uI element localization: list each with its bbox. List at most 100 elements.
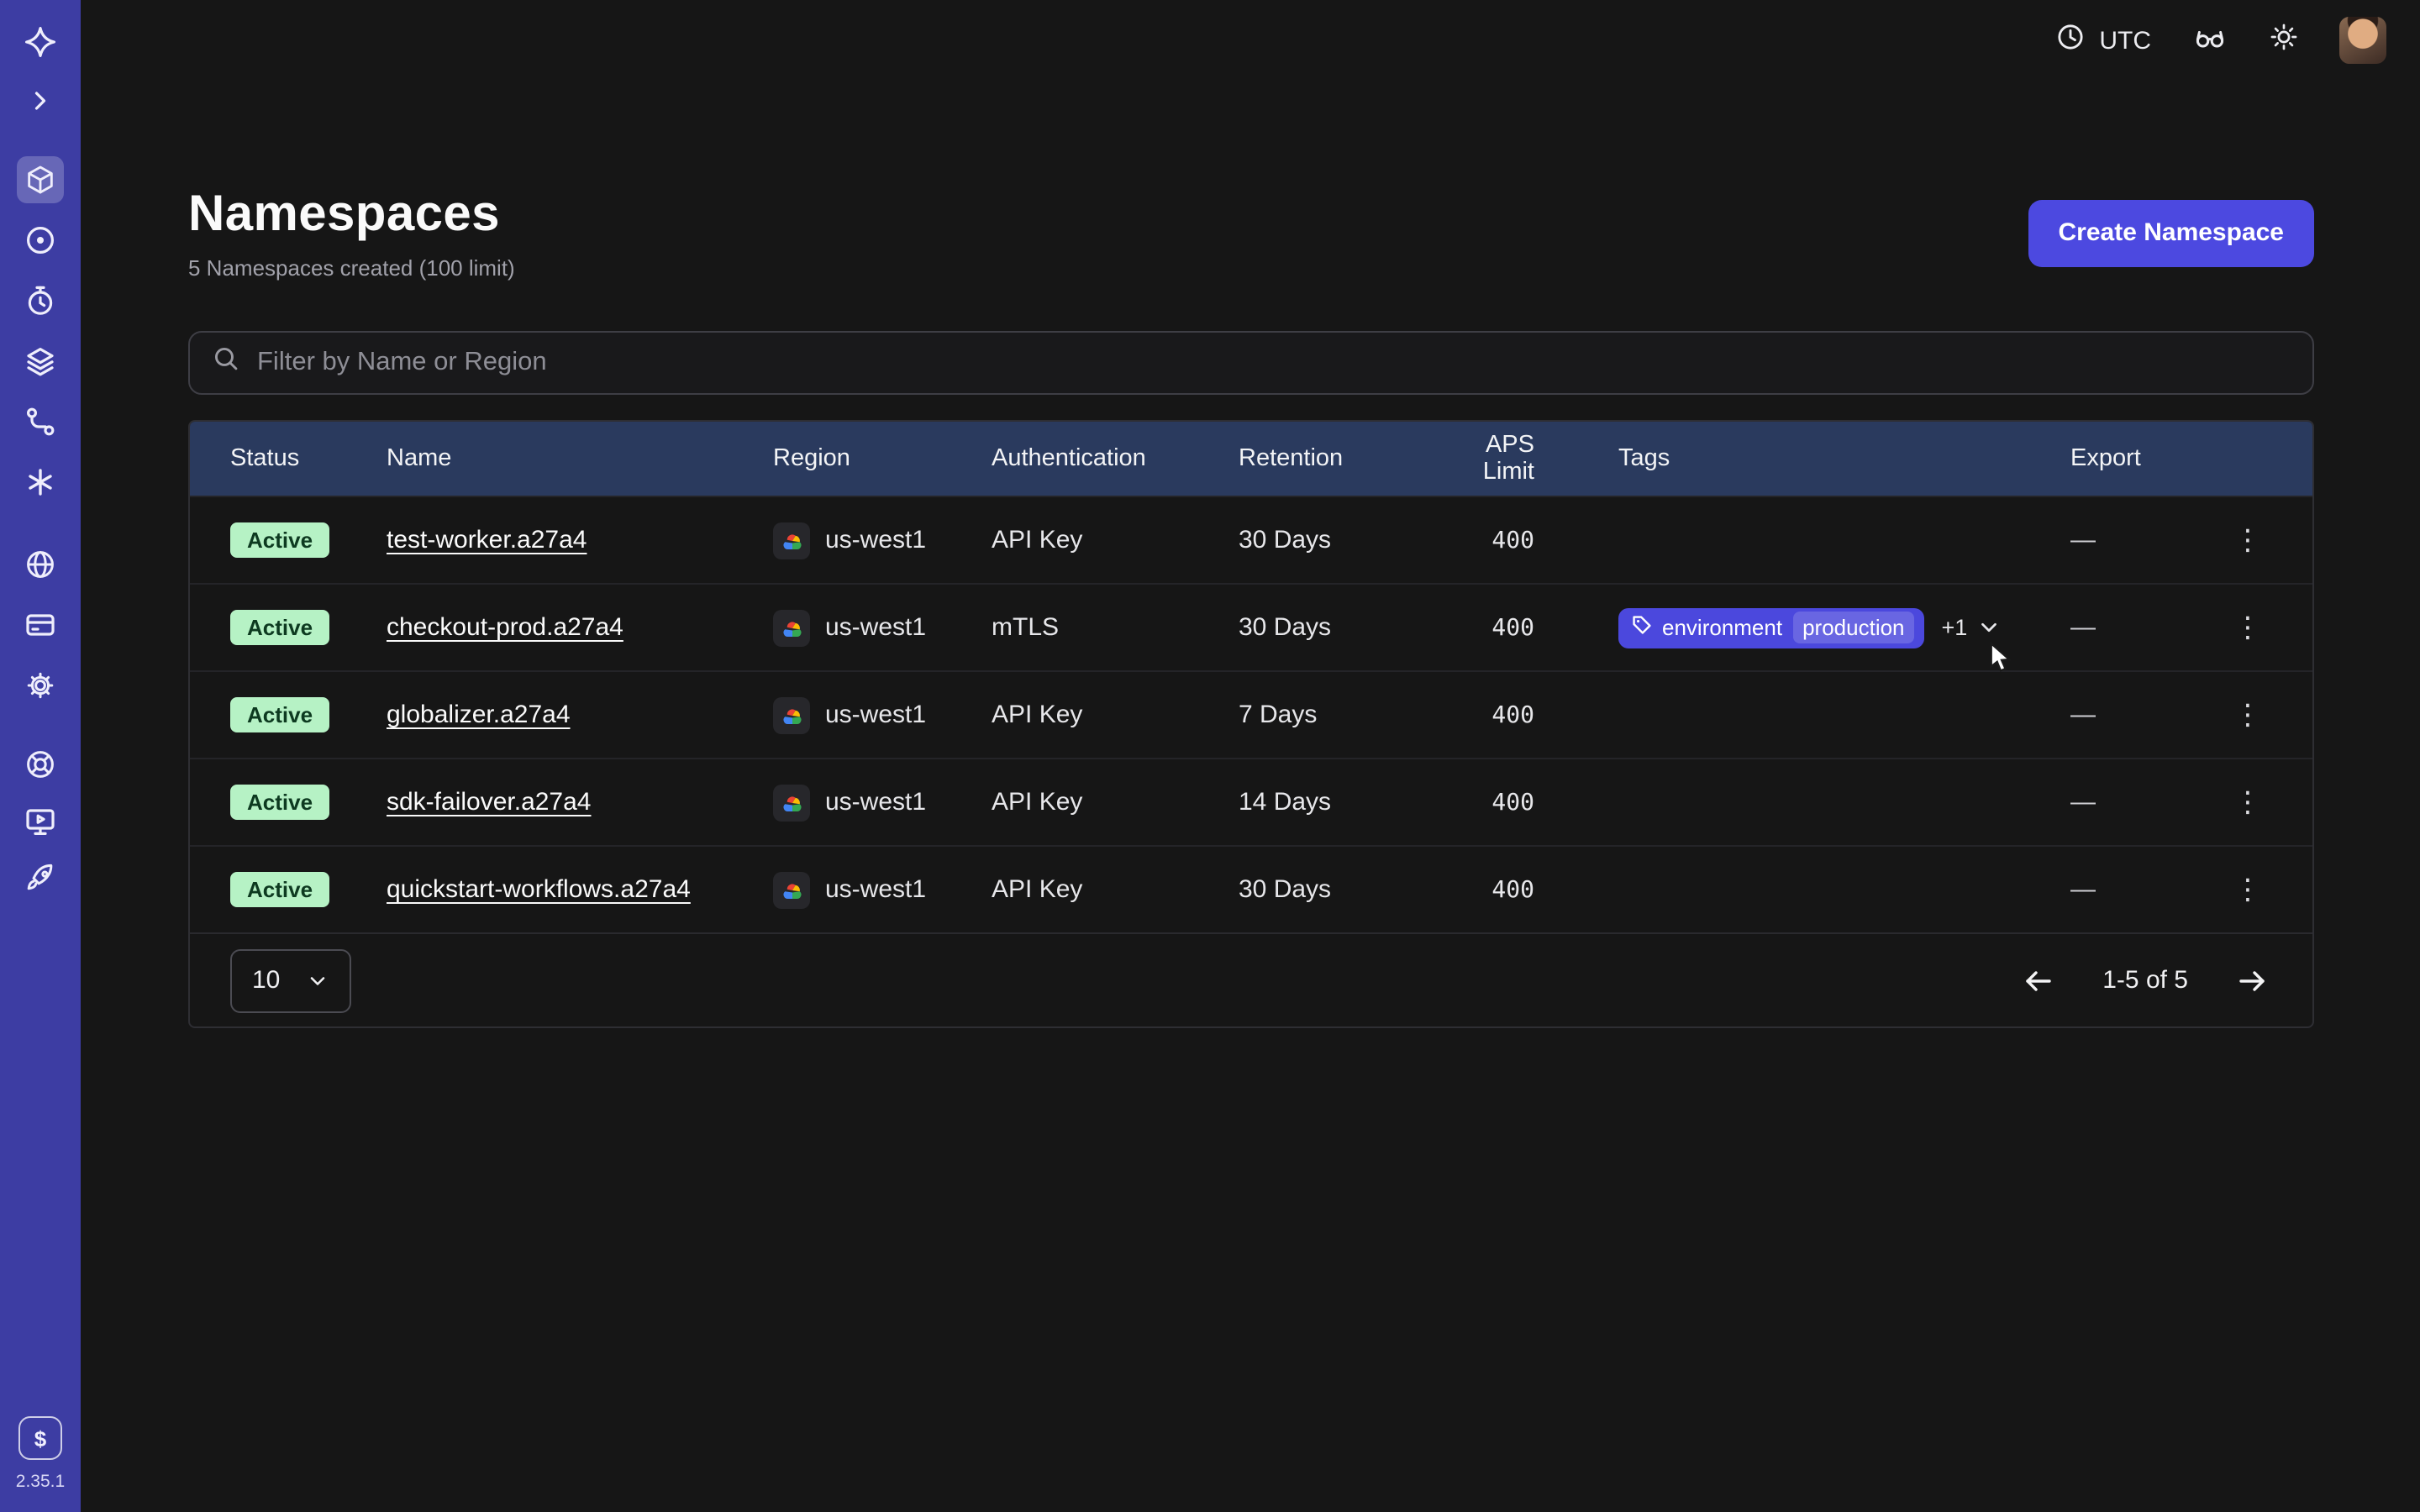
filter-searchbox — [188, 331, 2314, 395]
export-value: — — [2070, 875, 2096, 904]
usage-dollar-icon[interactable]: $ — [18, 1416, 62, 1460]
row-menu-button[interactable]: ⋮ — [2223, 606, 2272, 648]
timezone-label: UTC — [2099, 26, 2151, 55]
nexus-asterisk-icon — [24, 465, 57, 499]
row-menu-button[interactable]: ⋮ — [2223, 781, 2272, 823]
row-menu-button[interactable]: ⋮ — [2223, 869, 2272, 911]
aps-limit-value: 400 — [1428, 701, 1618, 728]
table-row[interactable]: Active sdk-failover.a27a4 us-west1 API K… — [190, 758, 2312, 845]
row-menu-button[interactable]: ⋮ — [2223, 694, 2272, 736]
globe-icon — [24, 548, 57, 581]
tag-chip[interactable]: environment production — [1618, 607, 1925, 648]
region-label: us-west1 — [825, 526, 926, 554]
table-row[interactable]: Active quickstart-workflows.a27a4 us-wes… — [190, 845, 2312, 932]
status-badge: Active — [230, 522, 329, 558]
page-header: Namespaces 5 Namespaces created (100 lim… — [188, 185, 2314, 281]
circle-dot-icon — [24, 223, 57, 257]
namespaces-table: Status Name Region Authentication Retent… — [188, 420, 2314, 1028]
col-name: Name — [387, 445, 773, 472]
sidebar-item-settings[interactable] — [17, 662, 64, 709]
status-badge: Active — [230, 697, 329, 732]
tags-cell: environment production +1 — [1618, 607, 2070, 648]
auth-label: API Key — [992, 875, 1239, 904]
prev-page-button[interactable] — [2018, 960, 2059, 1000]
region-label: us-west1 — [825, 613, 926, 642]
col-aps-limit: APS Limit — [1428, 432, 1618, 486]
auth-label: API Key — [992, 788, 1239, 816]
table-row[interactable]: Active checkout-prod.a27a4 us-west1 mTLS… — [190, 583, 2312, 670]
table-header: Status Name Region Authentication Retent… — [190, 422, 2312, 496]
next-page-button[interactable] — [2232, 960, 2272, 1000]
sidebar-item-monitor[interactable] — [17, 217, 64, 264]
sidebar-item-deployments[interactable] — [17, 338, 64, 385]
gcp-cloud-icon — [773, 696, 810, 733]
aps-limit-value: 400 — [1428, 876, 1618, 903]
status-badge: Active — [230, 785, 329, 820]
sidebar-item-support[interactable] — [17, 741, 64, 788]
auth-label: mTLS — [992, 613, 1239, 642]
region-label: us-west1 — [825, 701, 926, 729]
aps-limit-value: 400 — [1428, 614, 1618, 641]
topbar: UTC — [81, 0, 2420, 81]
table-row[interactable]: Active test-worker.a27a4 us-west1 API Ke… — [190, 496, 2312, 583]
filter-input[interactable] — [257, 348, 2291, 378]
gcp-cloud-icon — [773, 609, 810, 646]
status-badge: Active — [230, 872, 329, 907]
user-avatar[interactable] — [2339, 17, 2386, 64]
namespaces-cube-icon — [24, 163, 57, 197]
table-row[interactable]: Active globalizer.a27a4 us-west1 API Key… — [190, 670, 2312, 758]
labs-toggle[interactable] — [2191, 19, 2228, 61]
timezone-selector[interactable]: UTC — [2055, 21, 2151, 60]
col-tags: Tags — [1618, 445, 2070, 472]
clock-icon — [2055, 21, 2086, 60]
export-value: — — [2070, 613, 2096, 642]
sidebar-item-resources[interactable] — [17, 798, 64, 845]
timer-icon — [24, 284, 57, 318]
gcp-cloud-icon — [773, 522, 810, 559]
page-size-select[interactable]: 10 — [230, 948, 351, 1012]
aps-limit-value: 400 — [1428, 789, 1618, 816]
main-content: Namespaces 5 Namespaces created (100 lim… — [81, 81, 2420, 1512]
col-export: Export — [2070, 445, 2272, 472]
expand-chevron-icon[interactable] — [17, 77, 64, 124]
support-lifebuoy-icon — [24, 748, 57, 781]
chevron-down-icon — [306, 969, 329, 992]
sidebar-item-regions[interactable] — [17, 541, 64, 588]
namespace-link[interactable]: test-worker.a27a4 — [387, 526, 587, 554]
theme-toggle[interactable] — [2269, 21, 2299, 60]
temporal-logo-icon[interactable] — [17, 18, 64, 66]
glasses-icon — [2191, 19, 2228, 61]
sidebar-item-nexus[interactable] — [17, 459, 64, 506]
pagination-range: 1-5 of 5 — [2102, 966, 2188, 995]
retention-label: 14 Days — [1239, 788, 1428, 816]
dollar-glyph: $ — [34, 1425, 46, 1451]
region-label: us-west1 — [825, 875, 926, 904]
namespace-link[interactable]: sdk-failover.a27a4 — [387, 788, 592, 816]
layers-icon — [24, 344, 57, 378]
create-namespace-button[interactable]: Create Namespace — [2028, 199, 2315, 266]
sidebar-item-schedules[interactable] — [17, 277, 64, 324]
sidebar: $ 2.35.1 — [0, 0, 81, 1512]
namespace-link[interactable]: globalizer.a27a4 — [387, 701, 571, 729]
export-value: — — [2070, 788, 2096, 816]
sidebar-item-batch[interactable] — [17, 398, 64, 445]
page-title: Namespaces — [188, 185, 515, 245]
aps-limit-value: 400 — [1428, 527, 1618, 554]
retention-label: 7 Days — [1239, 701, 1428, 729]
settings-gear-icon — [24, 669, 57, 702]
sidebar-item-getting-started[interactable] — [17, 855, 64, 902]
col-authentication: Authentication — [992, 445, 1239, 472]
auth-label: API Key — [992, 701, 1239, 729]
export-value: — — [2070, 701, 2096, 729]
retention-label: 30 Days — [1239, 875, 1428, 904]
tag-value: production — [1792, 612, 1914, 643]
export-value: — — [2070, 526, 2096, 554]
sidebar-item-billing[interactable] — [17, 601, 64, 648]
sidebar-item-namespaces[interactable] — [17, 156, 64, 203]
row-menu-button[interactable]: ⋮ — [2223, 519, 2272, 561]
billing-card-icon — [24, 608, 57, 642]
namespace-link[interactable]: checkout-prod.a27a4 — [387, 613, 623, 642]
namespace-link[interactable]: quickstart-workflows.a27a4 — [387, 875, 691, 904]
tags-expand-button[interactable] — [1975, 615, 2001, 640]
gcp-cloud-icon — [773, 871, 810, 908]
